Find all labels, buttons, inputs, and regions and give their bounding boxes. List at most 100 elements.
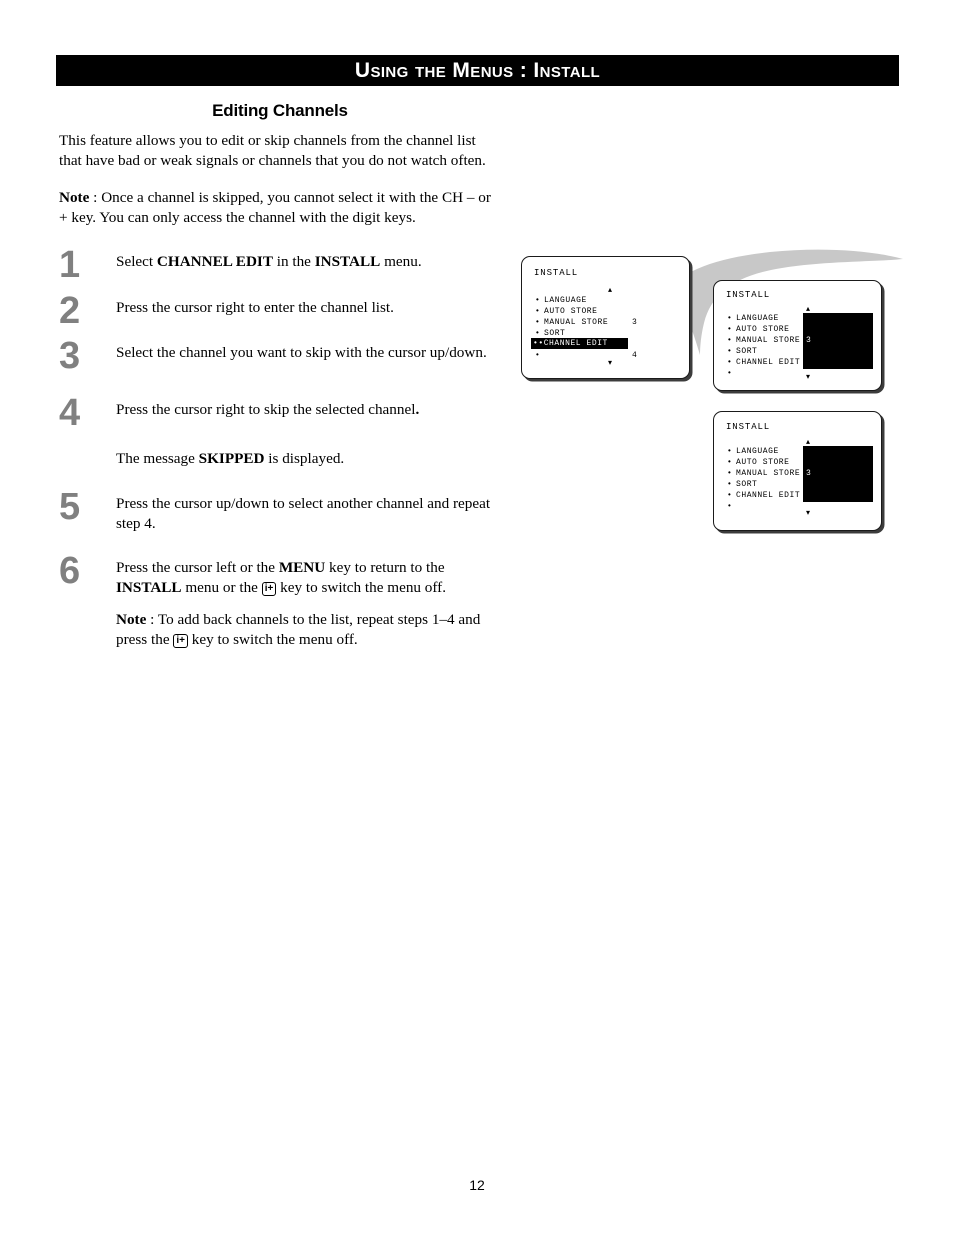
bullet-icon: • (727, 447, 733, 456)
row-label: SORT (736, 347, 758, 356)
note-2-label: Note (116, 611, 147, 628)
row-label: CHANNEL EDIT (543, 339, 608, 348)
screen-3-row-sort: • SORT (727, 479, 800, 490)
screen-3-number-column: 3 4 5 6 ••7 SKIPPED (806, 446, 864, 530)
bullet-icon: • (727, 502, 733, 511)
step-1-part-2: in the (272, 253, 315, 270)
screen-1-num-1: 4 (632, 351, 638, 360)
intro-paragraph-text: This feature allows you to edit or skip … (59, 132, 486, 169)
step-1-part-3: INSTALL (314, 253, 381, 270)
tv-menu-screen-1: INSTALL ▴ • LANGUAGE • AUTO STORE • MANUAL … (521, 256, 690, 379)
step-5-text: Press the cursor up/down to select anoth… (116, 495, 491, 532)
screen-2-num-0: 3 (806, 336, 812, 345)
bullet-icon: • (727, 480, 733, 489)
note-text: : Once a channel is skipped, you cannot … (59, 189, 491, 226)
row-label: LANGUAGE (736, 314, 779, 323)
screen-1-highlight-text: ••CHANNEL EDIT (533, 338, 608, 349)
bullet-icon: • (727, 458, 733, 467)
screen-1-num-0: 3 (632, 318, 638, 327)
screen-3-row-trailing-bullet: • (727, 501, 800, 512)
screen-1-title: INSTALL (534, 268, 579, 278)
info-plus-key-icon: i+ (261, 581, 277, 596)
section-heading: Editing Channels (212, 101, 348, 120)
bullet-icon: • (727, 325, 733, 334)
row-label: SORT (736, 480, 758, 489)
note-label: Note (59, 189, 90, 206)
screen-1-row-trailing-bullet: • (535, 350, 608, 361)
screen-2-down-arrow-icon: ▾ (806, 372, 811, 381)
screen-3-row-manual-store: • MANUAL STORE (727, 468, 800, 479)
screen-3-row-channel-edit: • CHANNEL EDIT (727, 490, 800, 501)
step-4-part-1: . (415, 401, 420, 418)
screen-1-down-arrow-icon: ▾ (608, 358, 613, 367)
bullet-icon: • (727, 347, 733, 356)
bullet-icon: • (535, 351, 541, 360)
screen-1-number-column: 3 4 5 6 ••7 (632, 295, 653, 378)
screen-2-row-language: • LANGUAGE (727, 313, 800, 324)
step-6-part-1: MENU (278, 559, 326, 576)
screen-3-title: INSTALL (726, 422, 771, 432)
bullet-icon: • (727, 358, 733, 367)
step-6-part-0: Press the cursor left or the (116, 559, 279, 576)
screen-3-row-language: • LANGUAGE (727, 446, 800, 457)
info-plus-key-icon: i+ (173, 633, 188, 648)
bullet-icon: • (535, 318, 541, 327)
bullet-icon: • (535, 307, 541, 316)
tv-menu-screen-2: INSTALL ▴ • LANGUAGE • AUTO STORE • MANUAL … (713, 280, 882, 391)
step-1-part-4: menu. (380, 253, 422, 270)
row-label: AUTO STORE (736, 325, 790, 334)
step-6-number: 6 (59, 550, 81, 592)
page-title: Using the Menus : Install (354, 59, 601, 82)
skipped-message: The message SKIPPED is displayed. (116, 449, 506, 469)
bullet-icon: • (727, 369, 733, 378)
row-label: MANUAL STORE (736, 336, 801, 345)
step-4-text: Press the cursor right to skip the selec… (116, 400, 499, 420)
bullet-icon: • (727, 491, 733, 500)
step-6-part-3: INSTALL (116, 578, 182, 596)
step-3-text: Select the channel you want to skip with… (116, 344, 487, 361)
bullet-icon: • (727, 469, 733, 478)
screen-1-row-manual-store: • MANUAL STORE (535, 317, 608, 328)
screen-3-num-0: 3 (806, 469, 812, 478)
step-3-number: 3 (59, 335, 81, 377)
skipped-message-suffix: is displayed. (264, 450, 345, 467)
intro-note: Note : Once a channel is skipped, you ca… (59, 188, 499, 227)
row-label: MANUAL STORE (544, 318, 609, 327)
tv-menu-screen-3: INSTALL ▴ • LANGUAGE • AUTO STORE • MANUAL … (713, 411, 882, 531)
screen-3-up-arrow-icon: ▴ (806, 437, 811, 446)
bullet-icon: • (727, 314, 733, 323)
screen-2-up-arrow-icon: ▴ (806, 304, 811, 313)
row-label: CHANNEL EDIT (736, 491, 801, 500)
header-banner: Using the Menus : Install (56, 55, 899, 86)
row-label: MANUAL STORE (736, 469, 801, 478)
row-marker-icon: •• (533, 339, 544, 348)
screen-2-row-trailing-bullet: • (727, 368, 800, 379)
screen-1-row-language: • LANGUAGE (535, 295, 608, 306)
bullet-icon: • (535, 296, 541, 305)
screen-2-row-auto-store: • AUTO STORE (727, 324, 800, 335)
step-1-number: 1 (59, 244, 81, 286)
row-label: LANGUAGE (544, 296, 587, 305)
screen-3-row-auto-store: • AUTO STORE (727, 457, 800, 468)
row-label: CHANNEL EDIT (736, 358, 801, 367)
screen-2-row-channel-edit: • CHANNEL EDIT (727, 357, 800, 368)
screen-1-up-arrow-icon: ▴ (608, 285, 613, 294)
intro-paragraph: This feature allows you to edit or skip … (59, 131, 499, 170)
note-2: Note : To add back channels to the list,… (116, 610, 501, 649)
step-6-part-6: key to switch the menu off. (276, 578, 447, 596)
skipped-message-bold: SKIPPED (198, 450, 265, 467)
step-4-number: 4 (59, 392, 81, 434)
step-6-part-4: menu or the (181, 578, 262, 596)
note-2-text-2: key to switch the menu off. (188, 630, 358, 648)
row-label: AUTO STORE (736, 458, 790, 467)
screen-3-num-1: 4 (806, 502, 812, 511)
screen-2-row-sort: • SORT (727, 346, 800, 357)
step-5-number: 5 (59, 486, 81, 528)
screen-3-down-arrow-icon: ▾ (806, 508, 811, 517)
row-label: LANGUAGE (736, 447, 779, 456)
screen-2-title: INSTALL (726, 290, 771, 300)
step-4-part-0: Press the cursor right to skip the selec… (116, 401, 416, 418)
bullet-icon: • (727, 336, 733, 345)
screen-2-row-manual-store: • MANUAL STORE (727, 335, 800, 346)
step-1-part-1: CHANNEL EDIT (156, 253, 273, 270)
